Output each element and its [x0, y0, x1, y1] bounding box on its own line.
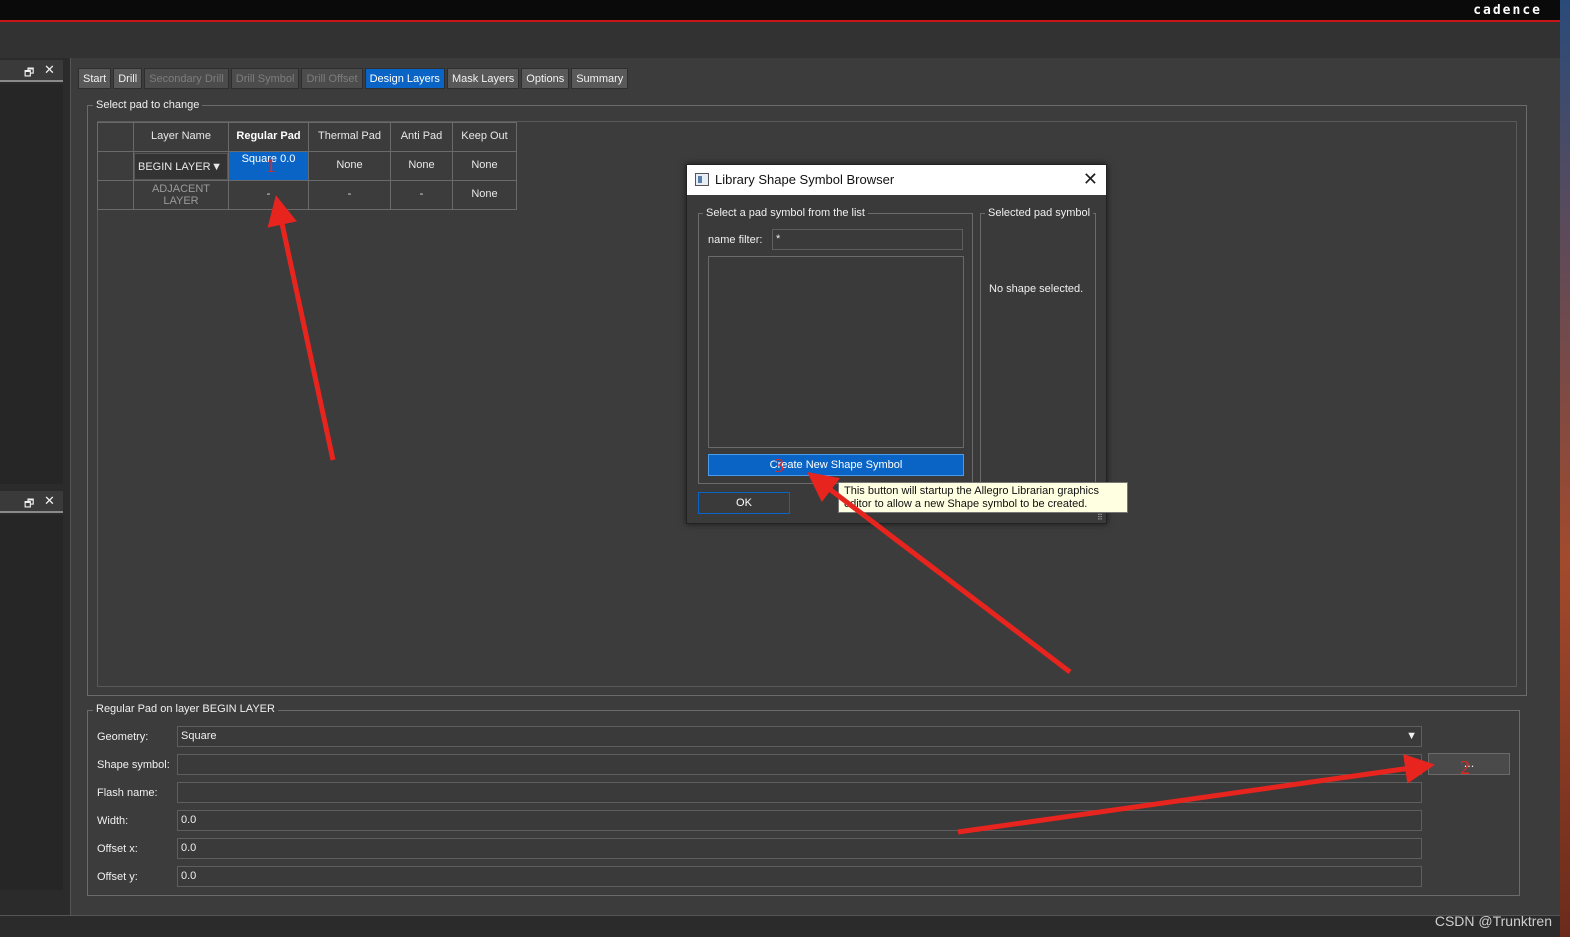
annotation-marker-1: 1	[266, 155, 276, 177]
annotation-arrow-3	[807, 471, 1072, 674]
annotation-marker-2: 2	[1460, 757, 1470, 779]
annotation-overlay: 1 2 3	[266, 155, 1470, 835]
watermark: CSDN @Trunktren	[1434, 913, 1552, 929]
desktop-edge	[1560, 0, 1570, 937]
annotation-arrow-1	[267, 195, 336, 461]
annotation-arrow-2	[957, 753, 1435, 835]
annotation-marker-3: 3	[774, 455, 784, 477]
